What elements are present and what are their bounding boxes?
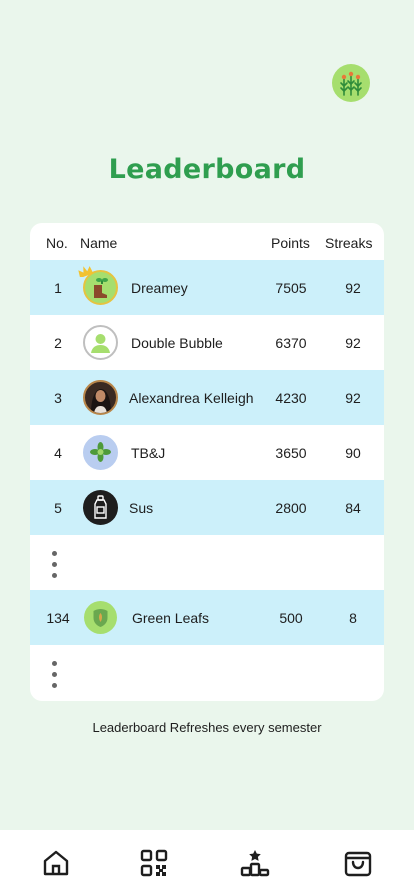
player-name: Double Bubble bbox=[131, 334, 223, 351]
crops-icon bbox=[340, 71, 362, 96]
rank: 134 bbox=[46, 609, 70, 626]
avatar bbox=[83, 435, 118, 470]
points-value: 2800 bbox=[275, 499, 307, 516]
vertical-dots-icon bbox=[52, 661, 57, 688]
points-value: 6370 bbox=[275, 334, 307, 351]
avatar bbox=[83, 380, 118, 415]
player-name: TB&J bbox=[131, 444, 166, 461]
nav-scan-button[interactable] bbox=[139, 848, 169, 878]
succulent-icon bbox=[90, 442, 111, 462]
table-row[interactable]: 5 Sus 2800 84 bbox=[30, 480, 384, 535]
rank: 1 bbox=[54, 279, 62, 296]
qr-code-icon bbox=[140, 849, 168, 877]
points-value: 500 bbox=[279, 609, 303, 626]
streaks-value: 92 bbox=[345, 389, 361, 406]
leaf-shield-icon bbox=[93, 609, 108, 627]
streaks-value: 8 bbox=[349, 609, 357, 626]
crown-icon bbox=[78, 266, 93, 277]
table-row[interactable]: 2 Double Bubble 6370 92 bbox=[30, 315, 384, 370]
leaderboard-icon bbox=[240, 850, 270, 877]
photo-avatar bbox=[91, 389, 111, 413]
rank: 5 bbox=[54, 499, 62, 516]
more-rows-indicator bbox=[30, 535, 384, 590]
rank: 3 bbox=[54, 389, 62, 406]
rank: 2 bbox=[54, 334, 62, 351]
streaks-value: 84 bbox=[345, 499, 361, 516]
table-header: No. Name Points Streaks bbox=[30, 223, 384, 260]
default-user-icon bbox=[91, 334, 110, 353]
shopping-bag-icon bbox=[344, 851, 372, 877]
table-row[interactable]: 4 TB&J 3650 90 bbox=[30, 425, 384, 480]
points-value: 3650 bbox=[275, 444, 307, 461]
header-name: Name bbox=[80, 235, 118, 251]
bottle-icon bbox=[94, 495, 107, 519]
page-title: Leaderboard bbox=[108, 154, 306, 185]
header-points: Points bbox=[271, 235, 310, 251]
leaderboard-table: No. Name Points Streaks 1 Dreamey 7505 9… bbox=[30, 223, 384, 701]
table-row[interactable]: 1 Dreamey 7505 92 bbox=[30, 260, 384, 315]
profile-avatar-button[interactable] bbox=[332, 64, 370, 102]
more-rows-indicator bbox=[30, 645, 384, 700]
player-name: Alexandrea Kelleigh bbox=[129, 389, 254, 406]
avatar bbox=[83, 325, 118, 360]
streaks-value: 90 bbox=[345, 444, 361, 461]
table-row[interactable]: 3 Alexandrea Kelleigh 4230 92 bbox=[30, 370, 384, 425]
player-name: Sus bbox=[129, 499, 154, 516]
points-value: 4230 bbox=[275, 389, 307, 406]
rank: 4 bbox=[54, 444, 62, 461]
player-name: Dreamey bbox=[131, 279, 188, 296]
bottom-nav bbox=[0, 830, 414, 896]
avatar bbox=[84, 601, 117, 634]
nav-shop-button[interactable] bbox=[343, 848, 373, 878]
refresh-note: Leaderboard Refreshes every semester bbox=[92, 720, 322, 735]
nav-leaderboard-button[interactable] bbox=[240, 848, 270, 878]
home-icon bbox=[43, 850, 69, 876]
header-streaks: Streaks bbox=[325, 235, 373, 251]
nav-home-button[interactable] bbox=[41, 848, 71, 878]
vertical-dots-icon bbox=[52, 551, 57, 578]
header-no: No. bbox=[46, 235, 68, 251]
player-name: Green Leafs bbox=[132, 609, 210, 626]
streaks-value: 92 bbox=[345, 279, 361, 296]
table-row[interactable]: 134 Green Leafs 500 8 bbox=[30, 590, 384, 645]
avatar bbox=[83, 490, 118, 525]
streaks-value: 92 bbox=[345, 334, 361, 351]
points-value: 7505 bbox=[275, 279, 307, 296]
